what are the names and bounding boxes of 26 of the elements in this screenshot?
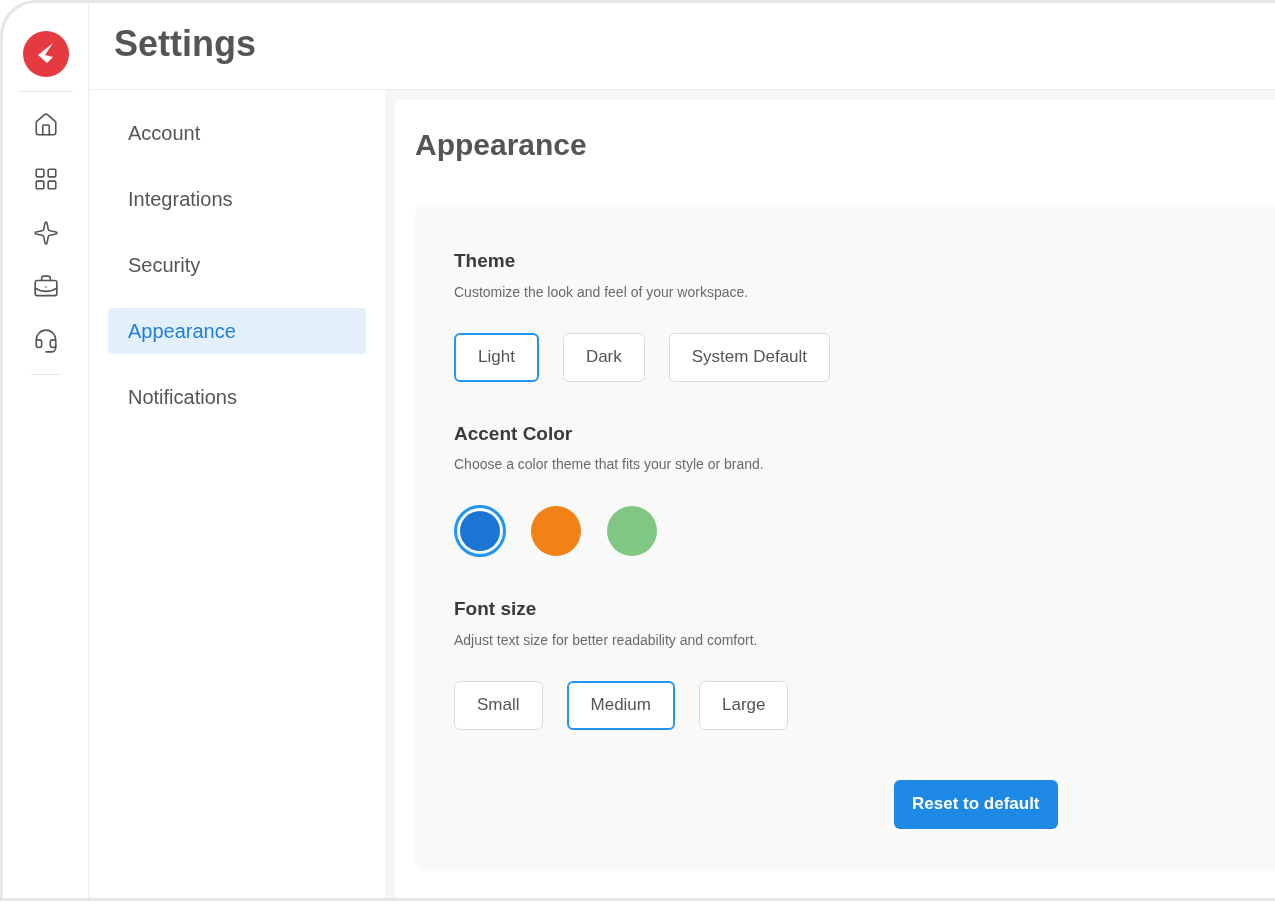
- option-button[interactable]: Medium: [566, 680, 675, 730]
- setting-description: Adjust text size for better readability and comfort.: [454, 630, 759, 650]
- setting-description: Choose a color theme that fits your style or brand.: [454, 455, 765, 474]
- setting-heading: Font size: [454, 597, 538, 621]
- option-button[interactable]: Light: [454, 332, 539, 382]
- grid-icon[interactable]: [32, 166, 59, 192]
- sparkle-icon[interactable]: [32, 220, 59, 246]
- nav-item[interactable]: Account: [108, 110, 366, 156]
- reset-button[interactable]: Reset to default: [894, 779, 1058, 829]
- option-button[interactable]: Large: [699, 680, 789, 730]
- option-button[interactable]: Small: [454, 680, 543, 730]
- option-button[interactable]: System Default: [668, 332, 831, 382]
- headset-icon[interactable]: [32, 328, 59, 354]
- section-title: Appearance: [415, 127, 588, 163]
- home-icon[interactable]: [32, 112, 59, 138]
- setting-heading: Accent Color: [454, 421, 574, 446]
- nav-item[interactable]: Appearance: [108, 308, 366, 354]
- nav-item[interactable]: Notifications: [108, 374, 366, 420]
- setting-heading: Theme: [454, 249, 517, 273]
- option-button[interactable]: Dark: [562, 332, 645, 382]
- nav-item[interactable]: Security: [108, 242, 366, 288]
- logo-icon: [22, 31, 69, 77]
- nav-item[interactable]: Integrations: [108, 176, 366, 222]
- setting-description: Customize the look and feel of your workspace.: [454, 282, 750, 302]
- page-title: Settings: [114, 22, 256, 66]
- color-swatch[interactable]: [454, 505, 506, 557]
